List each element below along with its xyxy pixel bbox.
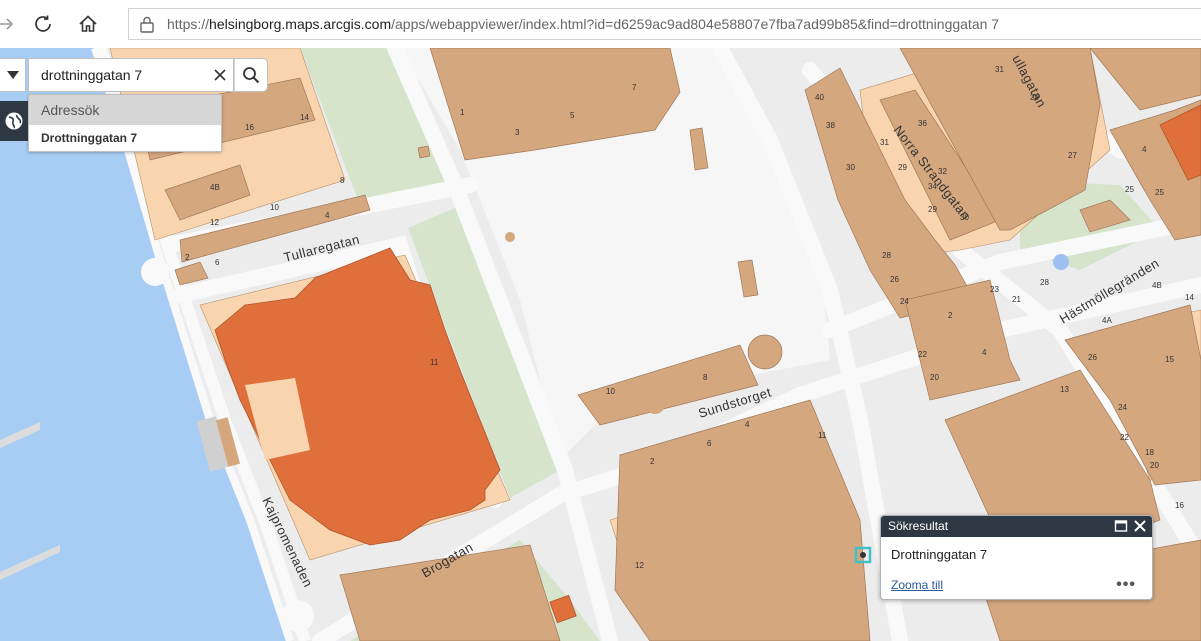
home-icon[interactable] <box>74 10 102 38</box>
forward-icon[interactable] <box>0 10 20 38</box>
svg-text:10: 10 <box>270 203 279 212</box>
svg-text:22: 22 <box>918 350 927 359</box>
search-button[interactable] <box>234 58 268 92</box>
popup-content: Drottninggatan 7 <box>891 547 988 562</box>
svg-text:25: 25 <box>1125 185 1134 194</box>
svg-text:12: 12 <box>635 561 644 570</box>
svg-text:23: 23 <box>990 285 999 294</box>
search-suggestions: Adressök Drottninggatan 7 <box>28 94 222 152</box>
search-icon <box>243 67 260 84</box>
svg-text:10: 10 <box>606 387 615 396</box>
svg-text:21: 21 <box>1012 295 1021 304</box>
svg-text:20: 20 <box>1150 461 1159 470</box>
svg-text:28: 28 <box>882 251 891 260</box>
svg-text:29: 29 <box>1030 93 1039 102</box>
basemap-gallery-button[interactable] <box>0 101 28 141</box>
svg-text:24: 24 <box>900 297 909 306</box>
svg-text:26: 26 <box>890 275 899 284</box>
globe-icon <box>5 112 23 130</box>
svg-text:28: 28 <box>1040 278 1049 287</box>
search-result-popup: Sökresultat Drottninggatan 7 Zooma till … <box>880 515 1153 600</box>
close-popup-button[interactable] <box>1133 519 1147 533</box>
svg-text:40: 40 <box>815 93 824 102</box>
svg-text:25: 25 <box>1155 188 1164 197</box>
suggestion-item[interactable]: Drottninggatan 7 <box>29 125 221 151</box>
svg-text:14: 14 <box>1185 293 1194 302</box>
svg-text:29: 29 <box>928 205 937 214</box>
svg-text:2: 2 <box>948 311 953 320</box>
lock-icon <box>139 15 155 38</box>
svg-text:6: 6 <box>215 258 220 267</box>
svg-text:8: 8 <box>340 176 345 185</box>
svg-text:18: 18 <box>1145 448 1154 457</box>
svg-text:31: 31 <box>995 65 1004 74</box>
address-bar[interactable]: https://helsingborg.maps.arcgis.com/apps… <box>128 8 1201 40</box>
svg-text:11: 11 <box>430 358 439 367</box>
svg-text:13: 13 <box>1060 385 1069 394</box>
svg-text:4B: 4B <box>210 183 220 192</box>
zoom-to-link[interactable]: Zooma till <box>891 578 943 592</box>
svg-text:7: 7 <box>632 83 637 92</box>
svg-text:20: 20 <box>930 373 939 382</box>
close-icon <box>214 69 226 81</box>
search-input[interactable] <box>28 58 234 92</box>
clear-search-button[interactable] <box>210 65 230 85</box>
search-source-dropdown[interactable] <box>0 58 26 92</box>
svg-text:11: 11 <box>818 431 827 440</box>
popup-title: Sökresultat <box>888 519 949 533</box>
close-icon <box>1134 520 1146 532</box>
svg-text:3: 3 <box>515 128 520 137</box>
svg-text:36: 36 <box>918 119 927 128</box>
svg-text:2: 2 <box>185 253 190 262</box>
svg-text:22: 22 <box>1120 433 1129 442</box>
svg-text:5: 5 <box>570 111 575 120</box>
svg-text:16: 16 <box>1175 501 1184 510</box>
chevron-down-icon <box>6 71 19 79</box>
suggestion-group-header: Adressök <box>29 95 221 125</box>
svg-text:34: 34 <box>928 182 937 191</box>
svg-text:30: 30 <box>960 213 969 222</box>
more-actions-button[interactable]: ••• <box>1116 576 1136 594</box>
svg-text:4: 4 <box>1142 145 1147 154</box>
browser-toolbar: https://helsingborg.maps.arcgis.com/apps… <box>0 0 1201 49</box>
svg-text:4: 4 <box>325 211 330 220</box>
svg-text:38: 38 <box>826 121 835 130</box>
svg-text:29: 29 <box>898 163 907 172</box>
svg-text:1: 1 <box>460 108 465 117</box>
svg-text:4B: 4B <box>1152 281 1162 290</box>
svg-text:15: 15 <box>1165 355 1174 364</box>
maximize-icon <box>1114 520 1128 532</box>
popup-header: Sökresultat <box>881 516 1152 537</box>
svg-text:16: 16 <box>245 123 254 132</box>
svg-text:31: 31 <box>880 138 889 147</box>
reload-icon[interactable] <box>29 10 57 38</box>
svg-text:8: 8 <box>703 373 708 382</box>
svg-text:4: 4 <box>982 348 987 357</box>
maximize-button[interactable] <box>1114 519 1128 533</box>
svg-text:6: 6 <box>707 439 712 448</box>
svg-text:30: 30 <box>846 163 855 172</box>
svg-text:26: 26 <box>1088 353 1097 362</box>
url-text: https://helsingborg.maps.arcgis.com/apps… <box>167 16 1000 32</box>
svg-text:2: 2 <box>650 457 655 466</box>
svg-text:32: 32 <box>938 167 947 176</box>
svg-text:4A: 4A <box>1102 316 1112 325</box>
svg-text:27: 27 <box>1068 151 1077 160</box>
svg-text:12: 12 <box>210 218 219 227</box>
svg-text:24: 24 <box>1118 403 1127 412</box>
svg-text:14: 14 <box>300 113 309 122</box>
svg-text:4: 4 <box>745 420 750 429</box>
